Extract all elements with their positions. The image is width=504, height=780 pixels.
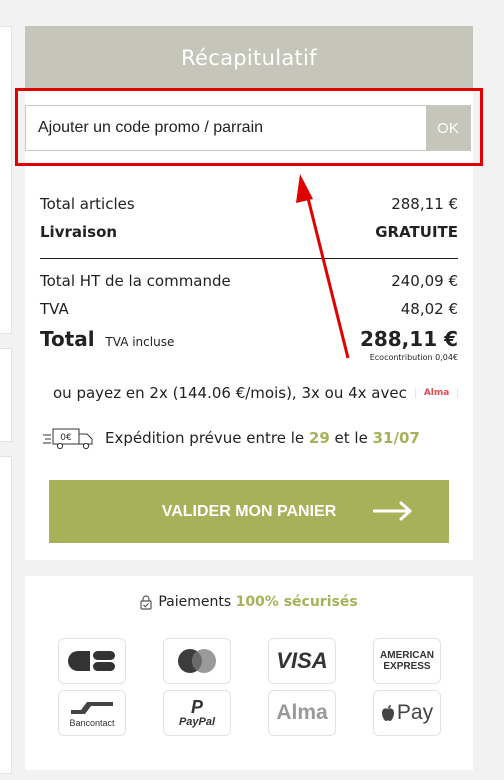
visa-card: VISA	[268, 638, 336, 684]
tva-label: TVA	[40, 300, 69, 318]
paypal-card: P PayPal	[163, 690, 231, 736]
promo-ok-button[interactable]: OK	[426, 106, 470, 150]
amex-card: AMERICAN EXPRESS	[373, 638, 441, 684]
shipping-date-end: 31/07	[372, 429, 420, 447]
shipping-text: Expédition prévue entre le 29 et le 31/0…	[105, 429, 420, 447]
paypal-logo-icon: P PayPal	[179, 698, 215, 728]
amex-line-1: AMERICAN	[380, 650, 434, 661]
total-articles-label: Total articles	[40, 195, 135, 213]
arrow-right-icon	[373, 501, 412, 521]
visa-logo-icon: VISA	[276, 648, 328, 673]
truck-price-label: 0€	[60, 433, 72, 443]
alma-logo-icon: Alma	[276, 701, 328, 724]
amex-line-2: EXPRESS	[383, 661, 431, 672]
row-total: Total TVA incluse 288,11 €	[40, 327, 458, 351]
cb-card	[58, 638, 126, 684]
validate-label: VALIDER MON PANIER	[161, 502, 337, 520]
total-value: 288,11 €	[359, 327, 458, 351]
alma-badge: Alma	[414, 388, 459, 398]
summary-title: Récapitulatif	[181, 46, 317, 70]
bancontact-card: Bancontact	[58, 690, 126, 736]
total-articles-value: 288,11 €	[391, 195, 458, 213]
total-label: Total	[40, 327, 95, 351]
total-tva-included: TVA incluse	[105, 335, 175, 349]
row-tva: TVA 48,02 €	[40, 295, 458, 323]
alma-installments[interactable]: ou payez en 2x (144.06 €/mois), 3x ou 4x…	[53, 384, 459, 402]
total-label-group: Total TVA incluse	[40, 327, 174, 351]
bancontact-logo-icon: Bancontact	[67, 698, 117, 728]
bancontact-shape-icon	[71, 702, 113, 714]
promo-highlight-box: OK	[15, 88, 483, 166]
row-total-ht: Total HT de la commande 240,09 €	[40, 267, 458, 295]
paypal-p-icon: P	[190, 697, 203, 717]
apple-pay-label: Pay	[396, 701, 434, 724]
apple-pay-card: Pay	[373, 690, 441, 736]
row-total-articles: Total articles 288,11 €	[40, 190, 458, 218]
shipping-middle: et le	[334, 429, 368, 447]
alma-card: Alma	[268, 690, 336, 736]
totals: Total articles 288,11 € Livraison GRATUI…	[40, 190, 458, 362]
order-summary: Récapitulatif OK Total articles 288,11 €…	[15, 26, 483, 560]
amex-logo-icon: AMERICAN EXPRESS	[380, 650, 434, 672]
payments-title: Paiements 100% sécurisés	[25, 594, 473, 610]
row-delivery: Livraison GRATUITE	[40, 218, 458, 246]
eco-contribution: Ecocontribution 0,04€	[369, 353, 458, 362]
apple-pay-logo-icon: Pay	[381, 701, 433, 725]
summary-header: Récapitulatif	[25, 26, 473, 90]
left-card-3	[0, 456, 12, 774]
total-ht-value: 240,09 €	[391, 272, 458, 290]
paypal-label: PayPal	[178, 716, 216, 728]
shipping-date-start: 29	[308, 429, 330, 447]
lock-icon	[140, 594, 152, 610]
total-ht-label: Total HT de la commande	[40, 272, 231, 290]
apple-icon	[381, 705, 394, 721]
tva-value: 48,02 €	[400, 300, 458, 318]
delivery-label: Livraison	[40, 223, 118, 241]
bancontact-label: Bancontact	[69, 718, 115, 728]
promo-code-form: OK	[25, 105, 471, 151]
divider	[40, 258, 458, 259]
promo-code-input[interactable]	[26, 106, 426, 150]
left-card-1	[0, 26, 12, 334]
payments-title-highlight: 100% sécurisés	[235, 594, 358, 610]
cb-logo-icon	[68, 651, 115, 671]
shipping-prefix: Expédition prévue entre le	[105, 429, 305, 447]
mastercard-card	[163, 638, 231, 684]
delivery-value: GRATUITE	[375, 223, 458, 241]
payments-card: Paiements 100% sécurisés VISA AMERICAN E…	[25, 576, 473, 770]
alma-text: ou payez en 2x (144.06 €/mois), 3x ou 4x…	[53, 384, 407, 402]
mastercard-logo-icon	[178, 649, 216, 673]
payment-methods: VISA AMERICAN EXPRESS Bancontact P PayPa…	[58, 638, 441, 736]
delivery-truck-icon: 0€	[43, 428, 93, 450]
left-card-2	[0, 348, 12, 442]
validate-cart-button[interactable]: VALIDER MON PANIER	[49, 480, 449, 543]
shipping-estimate: 0€ Expédition prévue entre le 29 et le 3…	[43, 426, 420, 450]
payments-title-prefix: Paiements	[158, 594, 232, 610]
